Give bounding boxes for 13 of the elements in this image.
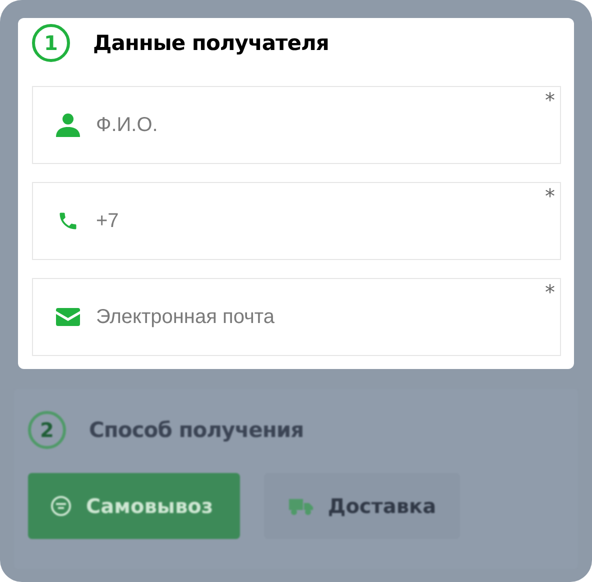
truck-icon [288,496,314,516]
step-number: 2 [28,411,66,449]
section-title: Способ получения [89,418,304,442]
option-button[interactable]: Доставка [264,473,460,539]
required-mark: * [545,88,555,112]
person-icon [55,113,81,137]
step-number: 1 [32,24,70,62]
required-mark: * [545,280,555,304]
section-title: Данные получателя [93,31,329,55]
envelope-icon [56,308,80,326]
option-button[interactable]: Самовывоз [28,473,240,539]
required-mark: * [545,184,555,208]
phone-icon [57,210,79,232]
